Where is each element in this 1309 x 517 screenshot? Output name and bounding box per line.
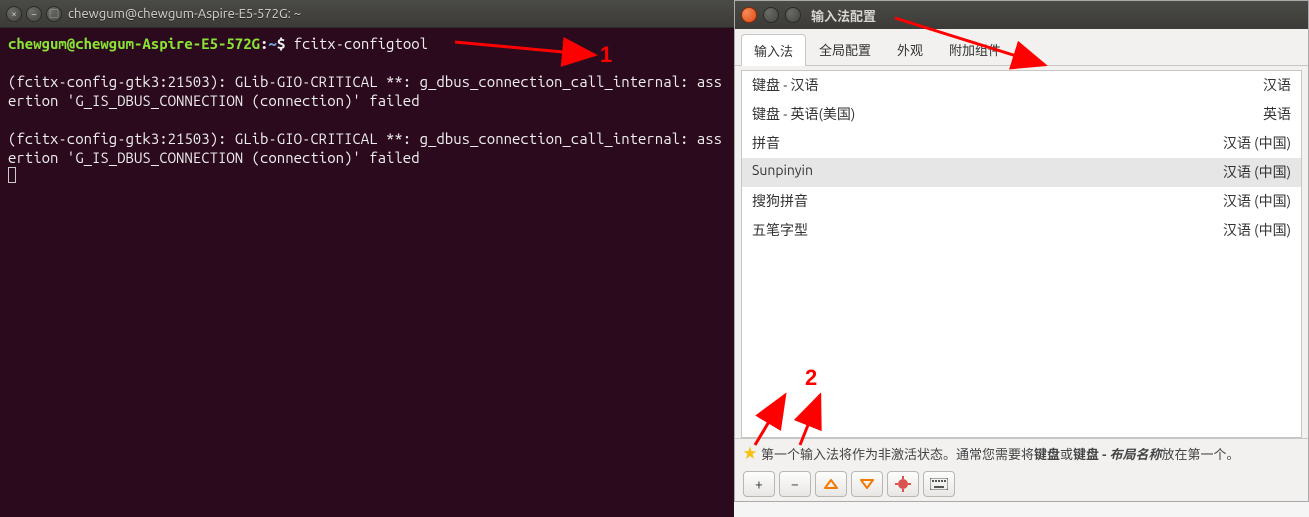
minimize-icon[interactable]: – (26, 6, 42, 22)
tab-input-method[interactable]: 输入法 (741, 34, 806, 66)
hint-bar: ★ 第一个输入法将作为非激活状态。通常您需要将键盘或键盘 - 布局名称放在第一个… (735, 438, 1308, 467)
move-down-button[interactable] (851, 471, 883, 497)
im-lang: 汉语 (中国) (1223, 191, 1291, 211)
im-lang: 汉语 (中国) (1223, 133, 1291, 153)
terminal-body[interactable]: chewgum@chewgum-Aspire-E5-572G:~$ fcitx-… (0, 28, 734, 517)
im-name: 键盘 - 英语(美国) (752, 104, 855, 124)
command-text: fcitx-configtool (294, 35, 428, 52)
tab-appearance[interactable]: 外观 (884, 33, 936, 65)
list-item[interactable]: 搜狗拼音 汉语 (中国) (742, 187, 1301, 216)
output-line: (fcitx-config-gtk3:21503): GLib-GIO-CRIT… (8, 130, 722, 166)
prompt-user: chewgum@chewgum-Aspire-E5-572G (8, 35, 260, 52)
remove-button[interactable]: − (779, 471, 811, 497)
im-lang: 汉语 (1263, 75, 1291, 95)
im-name: Sunpinyin (752, 162, 813, 182)
tabs-bar: 输入法 全局配置 外观 附加组件 (735, 29, 1308, 66)
cursor-icon (8, 167, 16, 183)
terminal-title: chewgum@chewgum-Aspire-E5-572G: ~ (68, 7, 301, 21)
annotation-label-1: 1 (600, 42, 612, 68)
button-bar: + − (735, 467, 1308, 501)
output-line: (fcitx-config-gtk3:21503): GLib-GIO-CRIT… (8, 73, 722, 109)
configure-button[interactable] (887, 471, 919, 497)
im-name: 键盘 - 汉语 (752, 75, 818, 95)
im-lang: 英语 (1263, 104, 1291, 124)
config-title: 输入法配置 (811, 6, 876, 25)
list-item[interactable]: 键盘 - 汉语 汉语 (742, 71, 1301, 100)
list-item[interactable]: 五笔字型 汉语 (中国) (742, 216, 1301, 245)
close-icon[interactable] (741, 7, 757, 23)
minimize-icon[interactable] (763, 7, 779, 23)
maximize-icon[interactable] (785, 7, 801, 23)
annotation-label-2: 2 (805, 365, 817, 391)
keyboard-button[interactable] (923, 471, 955, 497)
terminal-titlebar: × – ▢ chewgum@chewgum-Aspire-E5-572G: ~ (0, 0, 734, 28)
close-icon[interactable]: × (6, 6, 22, 22)
im-name: 搜狗拼音 (752, 191, 808, 211)
move-up-button[interactable] (815, 471, 847, 497)
prompt-symbol: $ (277, 35, 285, 52)
im-name: 五笔字型 (752, 220, 808, 240)
terminal-window: × – ▢ chewgum@chewgum-Aspire-E5-572G: ~ … (0, 0, 734, 517)
im-lang: 汉语 (中国) (1223, 220, 1291, 240)
tab-addon[interactable]: 附加组件 (936, 33, 1014, 65)
list-item[interactable]: 拼音 汉语 (中国) (742, 129, 1301, 158)
tab-global-config[interactable]: 全局配置 (806, 33, 884, 65)
input-method-list[interactable]: 键盘 - 汉语 汉语 键盘 - 英语(美国) 英语 拼音 汉语 (中国) Sun… (741, 70, 1302, 438)
list-item[interactable]: Sunpinyin 汉语 (中国) (742, 158, 1301, 187)
im-lang: 汉语 (中国) (1223, 162, 1291, 182)
maximize-icon[interactable]: ▢ (46, 6, 62, 22)
config-window: 输入法配置 输入法 全局配置 外观 附加组件 键盘 - 汉语 汉语 键盘 - 英… (734, 0, 1309, 502)
star-icon: ★ (743, 443, 757, 463)
prompt-path: ~ (268, 35, 276, 52)
list-item[interactable]: 键盘 - 英语(美国) 英语 (742, 100, 1301, 129)
config-titlebar: 输入法配置 (735, 1, 1308, 29)
add-button[interactable]: + (743, 471, 775, 497)
im-name: 拼音 (752, 133, 780, 153)
